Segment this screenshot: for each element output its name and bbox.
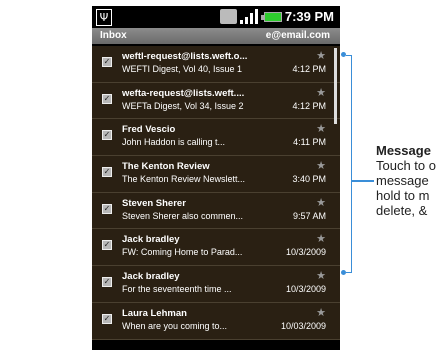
message-sender: Laura Lehman — [122, 307, 187, 319]
message-subject: WEFTI Digest, Vol 40, Issue 1 — [122, 64, 243, 74]
message-date: 10/3/2009 — [285, 284, 326, 295]
message-date: 4:12 PM — [292, 64, 326, 74]
message-row[interactable]: ✓ wefta-request@lists.weft.... WEFTa Dig… — [92, 82, 340, 120]
message-row[interactable]: ✓ Fred Vescio John Haddon is calling t..… — [92, 119, 340, 157]
message-sender: Jack bradley — [122, 234, 180, 246]
callout-bracket — [346, 55, 352, 273]
message-subject: When are you coming to... — [122, 320, 228, 331]
message-subject: WEFTa Digest, Vol 34, Issue 2 — [122, 100, 244, 111]
message-row[interactable]: ✓ Jack bradley FW: Coming Home to Parad.… — [92, 229, 340, 267]
message-sender: wefta-request@lists.weft.... — [122, 87, 245, 99]
message-checkbox[interactable]: ✓ — [102, 240, 112, 251]
message-checkbox[interactable]: ✓ — [102, 203, 112, 214]
battery-icon — [261, 12, 282, 22]
list-scrollbar[interactable] — [334, 48, 337, 124]
message-subject: Steven Sherer also commen... — [122, 210, 244, 221]
callout-title: Message — [376, 143, 431, 158]
message-date: 4:12 PM — [292, 100, 326, 111]
signal-strength-icon — [240, 9, 260, 24]
star-icon[interactable]: ★ — [316, 49, 326, 62]
message-sender: Steven Sherer — [122, 197, 186, 209]
message-checkbox[interactable]: ✓ — [102, 167, 112, 178]
star-icon[interactable]: ★ — [316, 122, 326, 135]
inbox-title-bar: Inbox e@email.com — [92, 28, 340, 44]
sim-card-icon — [220, 9, 237, 24]
message-subject: FW: Coming Home to Parad... — [122, 247, 243, 258]
message-date: 4:11 PM — [293, 137, 326, 148]
message-row[interactable]: ✓ weftl-request@lists.weft.o... WEFTI Di… — [92, 46, 340, 83]
message-checkbox[interactable]: ✓ — [102, 277, 112, 288]
message-date: 3:40 PM — [292, 174, 326, 185]
usb-icon: Ψ — [96, 9, 112, 26]
star-icon[interactable]: ★ — [316, 269, 326, 282]
callout-line: hold to m — [376, 188, 430, 203]
inbox-title: Inbox — [100, 30, 127, 41]
message-sender: weftl-request@lists.weft.o... — [122, 51, 248, 62]
message-sender: Fred Vescio — [122, 124, 176, 136]
star-icon[interactable]: ★ — [316, 306, 326, 319]
message-sender: The Kenton Review — [122, 161, 210, 173]
message-date: 10/3/2009 — [285, 247, 326, 258]
account-email: e@email.com — [265, 30, 330, 41]
callout-line: Touch to o — [376, 158, 436, 173]
message-row[interactable]: ✓ The Kenton Review The Kenton Review Ne… — [92, 156, 340, 193]
message-checkbox[interactable]: ✓ — [102, 57, 112, 67]
star-icon[interactable]: ★ — [316, 86, 326, 99]
message-checkbox[interactable]: ✓ — [102, 93, 112, 104]
status-time: 7:39 PM — [284, 9, 334, 24]
message-date: 9:57 AM — [292, 210, 326, 221]
message-date: 10/03/2009 — [280, 320, 326, 331]
callout-text: Message Touch to o message hold to m del… — [376, 143, 443, 218]
message-row[interactable]: ✓ Jack bradley For the seventeenth time … — [92, 266, 340, 303]
message-row[interactable]: ✓ Laura Lehman When are you coming to...… — [92, 302, 340, 340]
status-bar: Ψ 7:39 PM — [92, 6, 340, 28]
callout-line: delete, & — [376, 203, 428, 218]
star-icon[interactable]: ★ — [316, 196, 326, 209]
message-subject: The Kenton Review Newslett... — [122, 174, 246, 185]
message-sender: Jack bradley — [122, 271, 180, 283]
message-subject: For the seventeenth time ... — [122, 284, 232, 295]
message-list: ✓ weftl-request@lists.weft.o... WEFTI Di… — [92, 46, 340, 340]
phone-screen: Ψ 7:39 PM Inbox e@email.com ✓ weftl-requ… — [92, 6, 340, 350]
message-subject: John Haddon is calling t... — [122, 137, 226, 148]
message-checkbox[interactable]: ✓ — [102, 313, 112, 324]
callout-line: message — [376, 173, 429, 188]
star-icon[interactable]: ★ — [316, 159, 326, 172]
star-icon[interactable]: ★ — [316, 232, 326, 245]
bracket-bottom-dot — [341, 270, 346, 275]
callout-connector — [352, 180, 374, 182]
message-checkbox[interactable]: ✓ — [102, 130, 112, 141]
message-row[interactable]: ✓ Steven Sherer Steven Sherer also comme… — [92, 192, 340, 230]
